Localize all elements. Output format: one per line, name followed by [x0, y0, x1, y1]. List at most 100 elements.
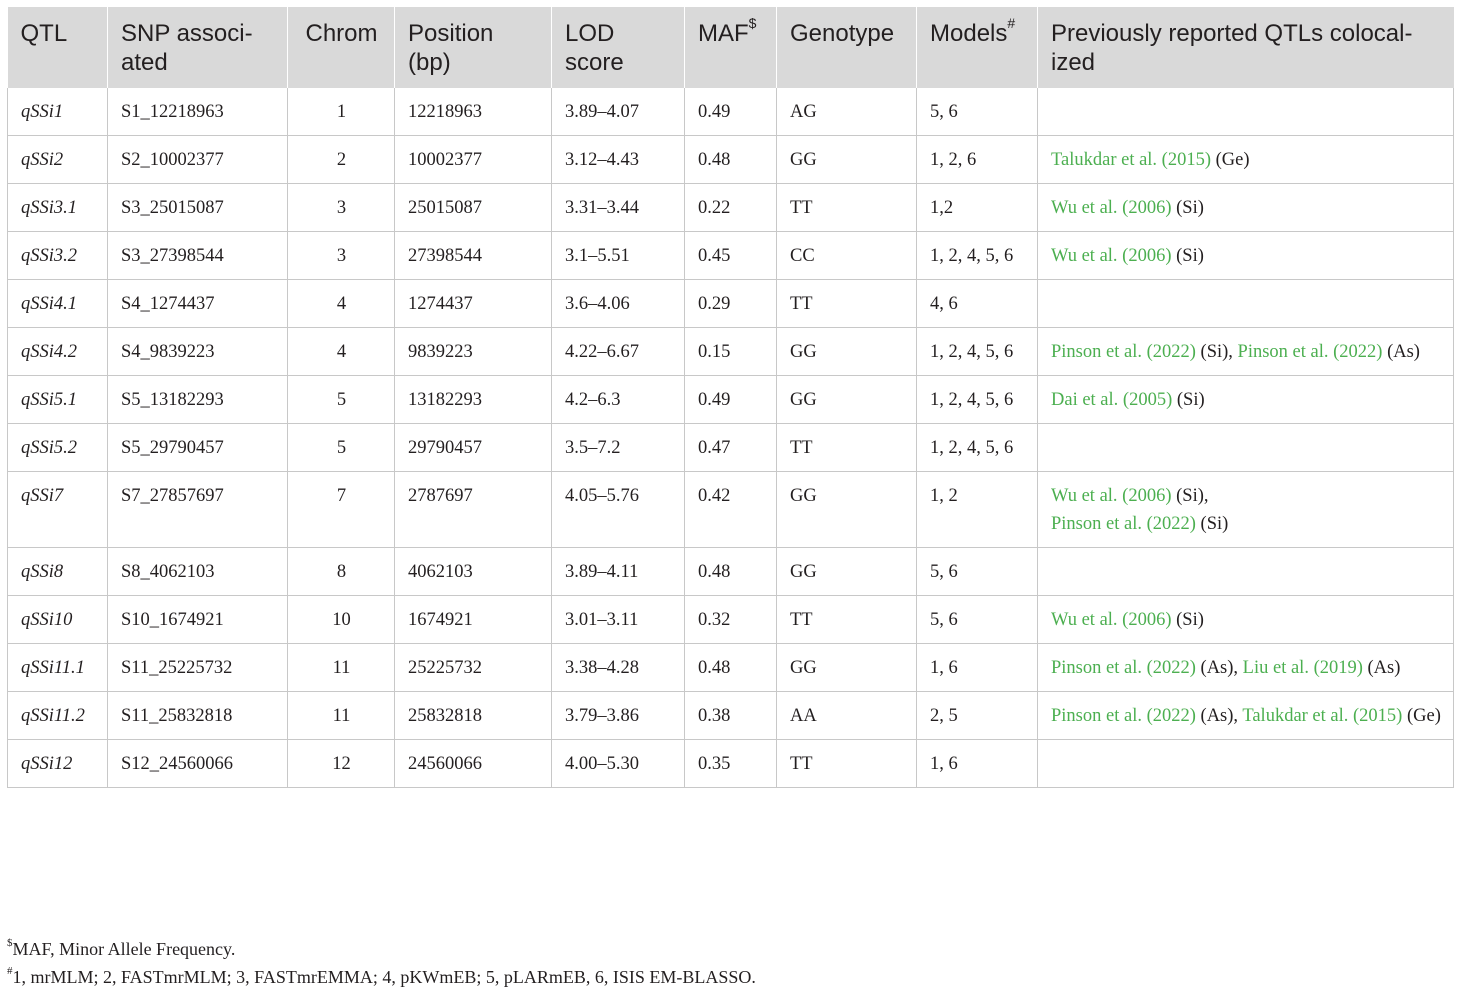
cell-position: 10002377 [394, 135, 552, 184]
cell-previous-qtls: Dai et al. (2005) (Si) [1037, 375, 1454, 424]
cell-previous-qtls [1037, 547, 1454, 596]
cell-chrom: 5 [287, 375, 395, 424]
citation-link[interactable]: Wu et al. (2006) [1051, 610, 1172, 630]
cell-qtl: qSSi4.2 [7, 327, 108, 376]
cell-maf: 0.35 [684, 739, 777, 788]
cell-qtl: qSSi3.2 [7, 231, 108, 280]
cell-previous-qtls: Pinson et al. (2022) (As), Liu et al. (2… [1037, 643, 1454, 692]
footnote-mark: # [7, 965, 13, 977]
cell-maf: 0.45 [684, 231, 777, 280]
cell-maf: 0.42 [684, 471, 777, 548]
header-snp-line1: SNP associ- [121, 20, 253, 47]
citation-link[interactable]: Dai et al. (2005) [1051, 390, 1172, 410]
table-row: qSSi7 S7_27857697 7 2787697 4.05–5.76 0.42 GG 1… [7, 471, 1454, 548]
cell-lod: 3.79–3.86 [551, 691, 685, 740]
citation-link[interactable]: Pinson et al. (2022) [1051, 706, 1196, 726]
cell-previous-qtls: Wu et al. (2006) (Si) [1037, 183, 1454, 232]
cell-snp: S8_4062103 [107, 547, 288, 596]
citation-link[interactable]: Talukdar et al. (2015) [1051, 150, 1211, 170]
header-position: Position (bp) [394, 7, 552, 88]
cell-qtl: qSSi2 [7, 135, 108, 184]
citation-tag: (Si), [1171, 486, 1209, 506]
table-row: qSSi5.2 S5_29790457 5 29790457 3.5–7.2 0.47 TT… [7, 423, 1454, 472]
table-row: qSSi10 S10_1674921 10 1674921 3.01–3.11 0.32 T… [7, 595, 1454, 644]
footnote-mark: $ [7, 937, 13, 949]
citation-link[interactable]: Pinson et al. (2022) [1238, 342, 1383, 362]
cell-position: 4062103 [394, 547, 552, 596]
header-position-line1: Position [408, 20, 494, 47]
cell-previous-qtls: Talukdar et al. (2015) (Ge) [1037, 135, 1454, 184]
cell-snp: S11_25225732 [107, 643, 288, 692]
citation-tag: (Si) [1171, 246, 1204, 266]
citation-tag: (Si) [1171, 610, 1204, 630]
table-row: qSSi4.1 S4_1274437 4 1274437 3.6–4.06 0.29 TT 4… [7, 279, 1454, 328]
citation-tag: (As), [1195, 706, 1243, 726]
cell-lod: 3.6–4.06 [551, 279, 685, 328]
citation-link[interactable]: Wu et al. (2006) [1051, 486, 1172, 506]
citation-link[interactable]: Wu et al. (2006) [1051, 198, 1172, 218]
table-row: qSSi2 S2_10002377 2 10002377 3.12–4.43 0.48 GG… [7, 135, 1454, 184]
citation-link[interactable]: Talukdar et al. (2015) [1242, 706, 1402, 726]
footnote-text: 1, mrMLM; 2, FASTmrMLM; 3, FASTmrEMMA; 4… [12, 967, 756, 987]
cell-qtl: qSSi5.2 [7, 423, 108, 472]
cell-previous-qtls [1037, 88, 1454, 136]
cell-genotype: GG [776, 135, 917, 184]
cell-chrom: 12 [287, 739, 395, 788]
cell-position: 9839223 [394, 327, 552, 376]
cell-models: 5, 6 [916, 595, 1038, 644]
cell-genotype: GG [776, 327, 917, 376]
cell-chrom: 5 [287, 423, 395, 472]
footnote-text: MAF, Minor Allele Frequency. [12, 939, 236, 959]
cell-position: 27398544 [394, 231, 552, 280]
cell-lod: 3.89–4.07 [551, 88, 685, 136]
cell-qtl: qSSi12 [7, 739, 108, 788]
cell-chrom: 8 [287, 547, 395, 596]
cell-models: 1, 6 [916, 643, 1038, 692]
citation-link[interactable]: Pinson et al. (2022) [1051, 514, 1196, 534]
table-row: qSSi11.1 S11_25225732 11 25225732 3.38–4.28 0… [7, 643, 1454, 692]
cell-models: 5, 6 [916, 88, 1038, 136]
cell-chrom: 3 [287, 231, 395, 280]
cell-models: 4, 6 [916, 279, 1038, 328]
cell-chrom: 4 [287, 279, 395, 328]
cell-lod: 3.5–7.2 [551, 423, 685, 472]
header-maf: MAF$ [684, 7, 777, 88]
cell-previous-qtls: Wu et al. (2006) (Si) [1037, 595, 1454, 644]
table-body: qSSi1 S1_12218963 1 12218963 3.89–4.07 0.49 AG… [7, 88, 1454, 788]
cell-snp: S2_10002377 [107, 135, 288, 184]
cell-lod: 3.38–4.28 [551, 643, 685, 692]
citation-link[interactable]: Wu et al. (2006) [1051, 246, 1172, 266]
cell-lod: 4.05–5.76 [551, 471, 685, 548]
cell-genotype: TT [776, 183, 917, 232]
cell-snp: S12_24560066 [107, 739, 288, 788]
cell-snp: S3_27398544 [107, 231, 288, 280]
citation-tag: (Si) [1171, 198, 1204, 218]
cell-snp: S4_1274437 [107, 279, 288, 328]
cell-chrom: 1 [287, 88, 395, 136]
cell-previous-qtls [1037, 279, 1454, 328]
cell-previous-qtls [1037, 423, 1454, 472]
cell-position: 25225732 [394, 643, 552, 692]
header-previous-qtls: Previously reported QTLs colocal-ized [1037, 7, 1454, 88]
citation-link[interactable]: Pinson et al. (2022) [1051, 658, 1196, 678]
cell-genotype: TT [776, 595, 917, 644]
cell-models: 1, 2, 4, 5, 6 [916, 327, 1038, 376]
citation-tag: (As), [1195, 658, 1243, 678]
cell-snp: S1_12218963 [107, 88, 288, 136]
cell-position: 2787697 [394, 471, 552, 548]
header-chrom: Chrom [287, 7, 395, 88]
cell-qtl: qSSi11.2 [7, 691, 108, 740]
citation-link[interactable]: Pinson et al. (2022) [1051, 342, 1196, 362]
citation-link[interactable]: Liu et al. (2019) [1243, 658, 1363, 678]
cell-position: 29790457 [394, 423, 552, 472]
header-previous-line2: ized [1051, 49, 1096, 76]
citation-tag: (Si) [1195, 514, 1229, 534]
cell-previous-qtls: Wu et al. (2006) (Si), Pinson et al. (202… [1037, 471, 1454, 548]
table-row: qSSi8 S8_4062103 8 4062103 3.89–4.11 0.48 GG 5,… [7, 547, 1454, 596]
cell-position: 25832818 [394, 691, 552, 740]
cell-models: 1, 2, 4, 5, 6 [916, 423, 1038, 472]
cell-models: 1, 6 [916, 739, 1038, 788]
table-row: qSSi5.1 S5_13182293 5 13182293 4.2–6.3 0.49 GG… [7, 375, 1454, 424]
cell-lod: 3.1–5.51 [551, 231, 685, 280]
citation-tag: (Ge) [1402, 706, 1441, 726]
